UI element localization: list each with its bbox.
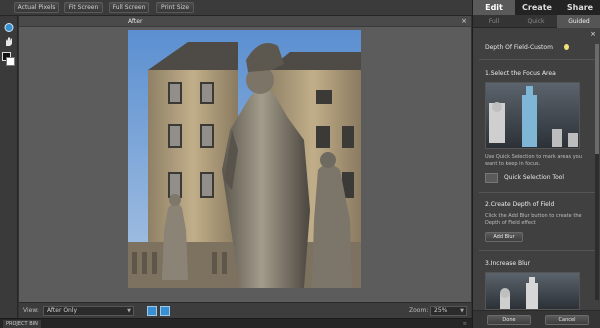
view-select[interactable]: After Only ▼ <box>43 306 134 316</box>
document-title-bar: After × <box>19 16 471 27</box>
tab-guided[interactable]: Guided <box>557 15 600 28</box>
hand-tool-icon[interactable] <box>3 32 15 46</box>
project-bin-tab[interactable]: PROJECT BIN <box>3 320 41 328</box>
tab-quick[interactable]: Quick <box>515 15 557 28</box>
step2-heading: 2.Create Depth of Field <box>485 201 555 208</box>
add-blur-button[interactable]: Add Blur <box>485 232 523 242</box>
divider <box>479 192 595 193</box>
bin-menu-icon[interactable]: ≡ <box>463 320 467 328</box>
zoom-select[interactable]: 25% ▼ <box>430 306 467 316</box>
step1-illustration <box>485 82 580 149</box>
lightbulb-icon[interactable] <box>564 44 569 50</box>
document-window: After × <box>19 16 471 302</box>
divider <box>479 59 595 60</box>
project-bin-bar: PROJECT BIN ≡ <box>0 318 472 328</box>
tab-create[interactable]: Create <box>515 0 559 15</box>
horizontal-view-icon[interactable] <box>147 306 157 316</box>
step3-illustration <box>485 272 580 310</box>
actual-pixels-button[interactable]: Actual Pixels <box>14 2 59 13</box>
step1-body: Use Quick Selection to mark areas you wa… <box>485 154 582 167</box>
zoom-label: Zoom: <box>409 307 429 314</box>
statues-photo <box>128 30 361 288</box>
tab-full[interactable]: Full <box>473 15 515 28</box>
photoshop-elements-window: Actual Pixels Fit Screen Full Screen Pri… <box>0 0 600 328</box>
cancel-button[interactable]: Cancel <box>545 315 589 325</box>
swap-view-icon[interactable] <box>160 306 170 316</box>
background-color-swatch[interactable] <box>6 57 15 66</box>
scrollbar-thumb[interactable] <box>595 44 599 154</box>
tab-share[interactable]: Share <box>559 0 600 15</box>
options-bar: Actual Pixels Fit Screen Full Screen Pri… <box>0 0 472 16</box>
photo-canvas[interactable] <box>128 30 361 288</box>
step3-heading: 3.Increase Blur <box>485 260 531 267</box>
close-panel-icon[interactable]: × <box>590 30 596 38</box>
quick-selection-tool-label[interactable]: Quick Selection Tool <box>504 174 564 182</box>
quick-selection-tool-icon[interactable] <box>485 173 498 183</box>
done-button[interactable]: Done <box>487 315 531 325</box>
chevron-down-icon: ▼ <box>127 308 131 314</box>
full-screen-button[interactable]: Full Screen <box>109 2 149 13</box>
mode-tabs: Edit Create Share <box>473 0 600 15</box>
step2-body: Click the Add Blur button to create the … <box>485 213 582 226</box>
divider <box>479 250 595 251</box>
chevron-down-icon: ▼ <box>460 308 464 314</box>
fit-screen-button[interactable]: Fit Screen <box>64 2 103 13</box>
panel-footer: Done Cancel <box>473 310 600 328</box>
zoom-value: 25% <box>434 307 448 314</box>
guided-panel: Edit Create Share Full Quick Guided × De… <box>472 0 600 328</box>
panel-scrollbar[interactable] <box>595 44 599 300</box>
tools-panel <box>0 16 18 318</box>
view-bar: View: After Only ▼ Zoom: 25% ▼ <box>19 302 471 318</box>
step1-heading: 1.Select the Focus Area <box>485 70 556 77</box>
tab-edit[interactable]: Edit <box>473 0 515 15</box>
document-title: After <box>128 18 143 25</box>
view-select-value: After Only <box>47 307 78 314</box>
zoom-tool-icon[interactable] <box>3 18 15 32</box>
view-label: View: <box>23 307 39 314</box>
print-size-button[interactable]: Print Size <box>156 2 194 13</box>
close-document-icon[interactable]: × <box>461 17 467 26</box>
guide-title: Depth Of Field-Custom <box>485 44 553 51</box>
edit-sub-tabs: Full Quick Guided <box>473 15 600 28</box>
